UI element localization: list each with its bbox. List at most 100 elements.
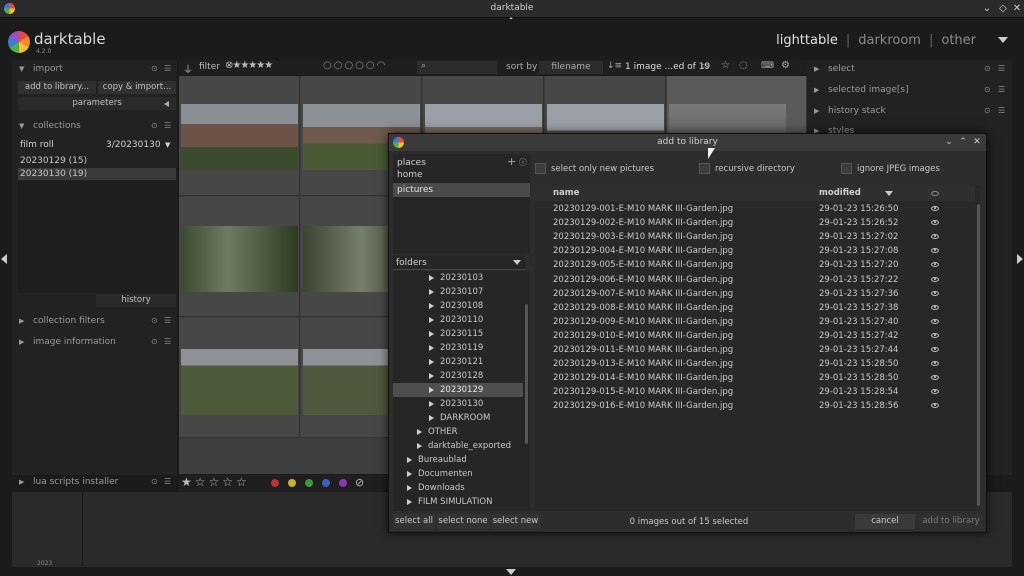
recursive-checkbox[interactable] [699,163,710,174]
reset-icon[interactable]: ⊙ [151,337,158,346]
folder-item[interactable]: FILM SIMULATION [393,495,523,509]
file-list-scrollbar[interactable] [977,204,980,506]
gear-icon[interactable]: ⚙ [781,60,790,71]
column-modified[interactable]: modified [819,186,861,201]
close-icon[interactable]: ✕ [971,136,983,148]
file-row[interactable]: 20230129-002-E-M10 MARK III-Garden.jpg 29… [535,216,975,230]
reset-icon[interactable]: ⊙ [984,106,991,115]
minimize-icon[interactable]: ⌄ [943,136,955,148]
history-stack-header[interactable]: ▶ history stack ⊙ ☰ [807,104,1012,118]
reset-icon[interactable]: ⊙ [151,477,158,486]
image-information-header[interactable]: ▶ image information ⊙ ☰ [12,335,177,349]
folder-icon[interactable]: ▭ [701,61,710,71]
eye-icon[interactable] [931,248,939,254]
folder-item-selected[interactable]: 20230129 [393,383,523,397]
add-place-icon[interactable]: + [507,155,516,168]
view-lighttable[interactable]: lighttable [776,33,838,48]
expand-triangle-icon[interactable] [429,401,434,407]
expand-triangle-icon[interactable] [407,499,412,505]
presets-icon[interactable]: ☰ [164,316,171,325]
file-row[interactable]: 20230129-006-E-M10 MARK III-Garden.jpg 29… [535,273,975,287]
file-row[interactable]: 20230129-014-E-M10 MARK III-Garden.jpg 29… [535,371,975,385]
add-to-library-confirm-button[interactable]: add to library [919,514,983,529]
thumbnail[interactable] [179,318,300,438]
eye-icon[interactable] [931,403,939,409]
reset-icon[interactable]: ⊙ [151,316,158,325]
view-darkroom[interactable]: darkroom [858,33,921,48]
file-row[interactable]: 20230129-015-E-M10 MARK III-Garden.jpg 29… [535,385,975,399]
filter-icon[interactable]: ⏚ [183,61,193,76]
eye-icon[interactable] [931,234,939,240]
eye-icon[interactable] [931,332,939,338]
select-all-button[interactable]: select all [393,514,435,529]
collection-property[interactable]: film roll 3/20230130 ▼ [18,139,176,151]
select-new-button[interactable]: select new [491,514,540,529]
thumbnail[interactable] [179,197,300,317]
clear-labels-icon[interactable]: ⊘ [355,476,364,489]
purple-label-icon[interactable] [339,479,347,487]
folder-item[interactable]: Downloads [393,481,523,495]
chevron-down-icon[interactable]: ▼ [165,139,170,151]
folder-item[interactable]: 20230103 [393,271,523,285]
parameters-toggle[interactable]: parameters [18,97,176,110]
rating-filter[interactable]: ⊗★★★★★ [225,60,273,71]
cancel-button[interactable]: cancel [855,514,915,529]
file-row[interactable]: 20230129-005-E-M10 MARK III-Garden.jpg 29… [535,258,975,272]
eye-icon[interactable] [931,191,939,196]
sort-select[interactable]: filename [539,61,603,74]
collection-filters-header[interactable]: ▶ collection filters ⊙ ☰ [12,314,177,328]
folder-item[interactable]: 20230128 [393,369,523,383]
yellow-label-icon[interactable] [288,479,296,487]
eye-icon[interactable] [931,347,939,352]
folder-item[interactable]: 20230108 [393,299,523,313]
minimize-icon[interactable]: ⌄ [980,2,994,16]
thumbnail-image[interactable] [181,226,298,292]
expand-triangle-icon[interactable] [407,471,412,477]
presets-icon[interactable]: ☰ [164,337,171,346]
expand-triangle-icon[interactable] [429,373,434,379]
expand-triangle-icon[interactable] [429,303,434,309]
green-label-icon[interactable] [305,479,313,487]
eye-icon[interactable] [931,220,939,226]
file-row[interactable]: 20230129-010-E-M10 MARK III-Garden.jpg 29… [535,329,975,343]
view-other[interactable]: other [941,33,976,48]
folder-item[interactable]: 20230110 [393,313,523,327]
folder-item[interactable]: DARKROOM [393,411,523,425]
expand-triangle-icon[interactable] [429,345,434,351]
thumbnail-image[interactable] [181,104,298,170]
eye-icon[interactable] [931,318,939,324]
eye-icon[interactable] [931,361,939,367]
sort-desc-icon[interactable] [885,191,893,196]
maximize-icon[interactable]: ⌃ [957,136,969,148]
expand-triangle-icon[interactable] [407,485,412,491]
folder-item[interactable]: darktable_exported [393,439,523,453]
folder-item[interactable]: Bureaublad [393,453,523,467]
place-pictures[interactable]: pictures [393,183,530,197]
presets-icon[interactable]: ☰ [998,64,1005,73]
copy-import-button[interactable]: copy & import... [98,81,176,94]
place-home[interactable]: home [395,169,528,182]
reset-icon[interactable]: ⊙ [151,121,158,130]
eye-icon[interactable] [931,304,939,310]
reset-icon[interactable]: ⊙ [984,85,991,94]
expand-triangle-icon[interactable] [429,331,434,337]
red-label-icon[interactable] [271,479,279,487]
file-row[interactable]: 20230129-009-E-M10 MARK III-Garden.jpg 29… [535,315,975,329]
expand-triangle-icon[interactable] [417,429,422,435]
expand-triangle-icon[interactable] [429,415,434,421]
folders-header[interactable]: folders [393,255,525,270]
sort-order-icon[interactable]: ↓≡ [607,61,622,71]
select-module-header[interactable]: ▶ select ⊙ ☰ [807,62,1012,76]
eye-icon[interactable] [931,389,939,395]
left-panel-toggle-icon[interactable] [1,254,7,264]
file-row[interactable]: 20230129-007-E-M10 MARK III-Garden.jpg 29… [535,287,975,301]
expand-triangle-icon[interactable] [429,275,434,281]
file-row[interactable]: 20230129-004-E-M10 MARK III-Garden.jpg 29… [535,244,975,258]
collections-module-header[interactable]: ▼ collections ⊙ ☰ [12,119,177,133]
history-button[interactable]: history [96,294,176,307]
chevron-down-icon[interactable] [513,260,521,265]
presets-icon[interactable]: ☰ [164,477,171,486]
maximize-icon[interactable]: ◇ [996,2,1010,16]
grouping-icon[interactable]: ◌ [739,60,748,71]
eye-icon[interactable] [931,262,939,268]
